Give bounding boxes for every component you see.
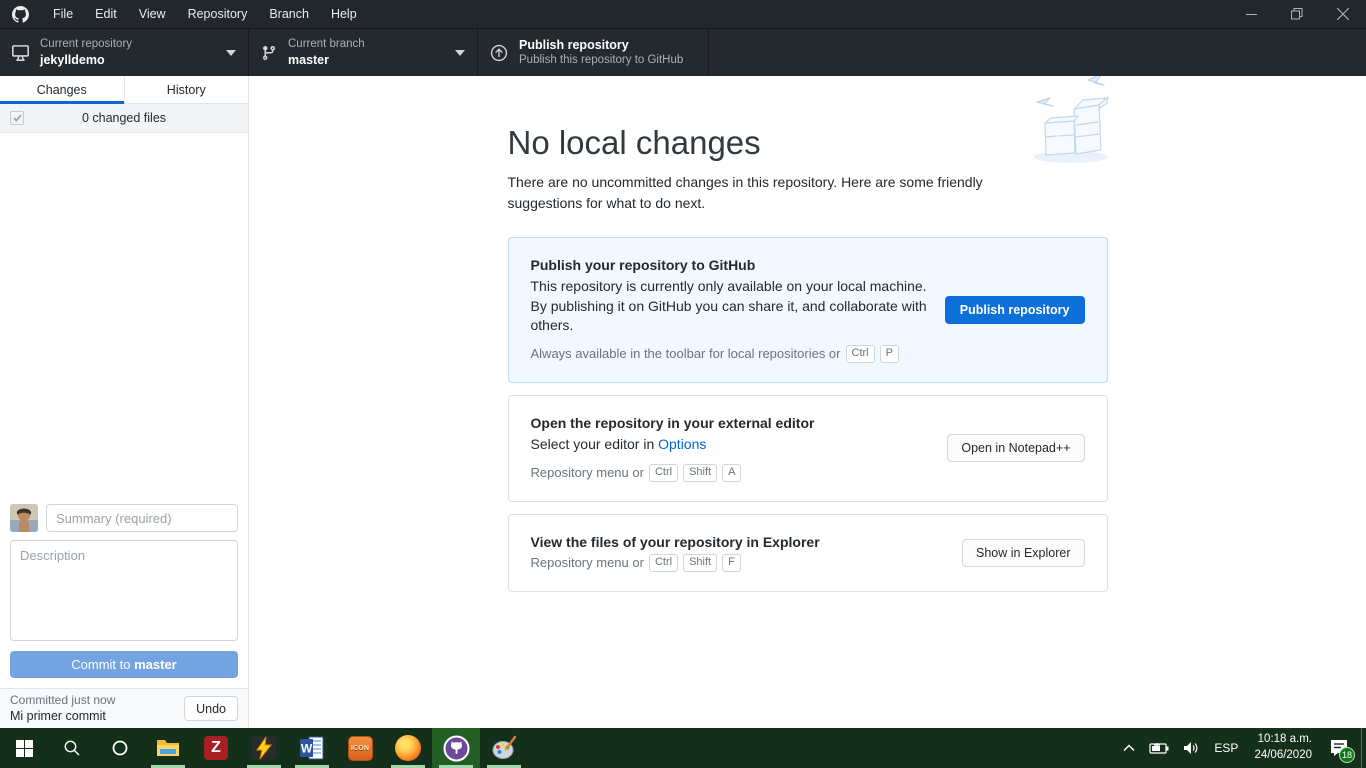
- language-indicator[interactable]: ESP: [1207, 728, 1245, 768]
- card-shortcut-hint: Always available in the toolbar for loca…: [531, 345, 927, 363]
- changed-files-row: 0 changed files: [0, 104, 248, 133]
- kbd-ctrl: Ctrl: [649, 554, 678, 572]
- github-logo-icon: [12, 6, 29, 23]
- card-title: View the files of your repository in Exp…: [531, 534, 945, 550]
- select-all-checkbox[interactable]: [10, 111, 24, 125]
- chevron-down-icon: [226, 50, 236, 56]
- publish-repository-button[interactable]: Publish repository: [945, 296, 1085, 324]
- publish-repository-card: Publish your repository to GitHub This r…: [508, 237, 1108, 383]
- cortana-icon[interactable]: [96, 728, 144, 768]
- card-body: This repository is currently only availa…: [531, 277, 927, 336]
- toolbar: Current repository jekylldemo Current br…: [0, 28, 1366, 76]
- kbd-ctrl: Ctrl: [846, 345, 875, 363]
- taskbar-file-explorer-icon[interactable]: [144, 728, 192, 768]
- menu-repository[interactable]: Repository: [177, 0, 259, 28]
- menu-view[interactable]: View: [128, 0, 177, 28]
- commit-status-text: Committed just now: [10, 692, 115, 708]
- taskbar-word-icon[interactable]: W: [288, 728, 336, 768]
- volume-icon[interactable]: [1176, 728, 1207, 768]
- main-panel: No local changes There are no uncommitte…: [249, 76, 1366, 728]
- paper-boxes-illustration: [1030, 76, 1112, 171]
- taskbar-paint-icon[interactable]: [480, 728, 528, 768]
- publish-repository-title: Publish repository: [519, 37, 683, 53]
- sidebar: Changes History 0 changed files Commit: [0, 76, 249, 728]
- kbd-p: P: [880, 345, 899, 363]
- titlebar: File Edit View Repository Branch Help: [0, 0, 1366, 28]
- page-subtitle: There are no uncommitted changes in this…: [508, 172, 1013, 214]
- tab-history[interactable]: History: [124, 76, 249, 103]
- sidebar-tabs: Changes History: [0, 76, 248, 104]
- kbd-a: A: [722, 464, 741, 482]
- tab-changes[interactable]: Changes: [0, 76, 124, 103]
- description-input[interactable]: [10, 540, 238, 641]
- battery-icon[interactable]: [1142, 728, 1176, 768]
- card-title: Publish your repository to GitHub: [531, 257, 927, 273]
- kbd-shift: Shift: [683, 554, 717, 572]
- search-icon[interactable]: [48, 728, 96, 768]
- menu-edit[interactable]: Edit: [84, 0, 128, 28]
- taskbar-time: 10:18 a.m.: [1254, 732, 1312, 748]
- minimize-button[interactable]: [1228, 0, 1274, 28]
- current-repository-label: Current repository: [40, 37, 132, 51]
- current-branch-name: master: [288, 52, 365, 68]
- last-commit-message: Mi primer commit: [10, 708, 115, 725]
- changed-files-count: 0 changed files: [82, 111, 166, 125]
- current-branch-dropdown[interactable]: Current branch master: [249, 29, 478, 76]
- commit-to-master-button[interactable]: Commit to master: [10, 651, 238, 678]
- git-branch-icon: [261, 45, 277, 61]
- taskbar-firefox-icon[interactable]: [384, 728, 432, 768]
- options-link[interactable]: Options: [658, 436, 706, 452]
- summary-input[interactable]: [46, 504, 238, 532]
- close-button[interactable]: [1320, 0, 1366, 28]
- taskbar-clock[interactable]: 10:18 a.m. 24/06/2020: [1245, 732, 1321, 763]
- start-button[interactable]: [0, 728, 48, 768]
- current-repository-name: jekylldemo: [40, 52, 132, 68]
- kbd-ctrl: Ctrl: [649, 464, 678, 482]
- commit-form: Commit to master: [0, 494, 248, 688]
- windows-taskbar: Z W ICON ESP: [0, 728, 1366, 768]
- monitor-icon: [12, 44, 29, 61]
- app-body: Changes History 0 changed files Commit: [0, 76, 1366, 728]
- kbd-f: F: [722, 554, 741, 572]
- restore-button[interactable]: [1274, 0, 1320, 28]
- card-body: Select your editor in Options: [531, 435, 930, 455]
- tray-chevron-up-icon[interactable]: [1116, 728, 1142, 768]
- publish-repository-subtitle: Publish this repository to GitHub: [519, 53, 683, 67]
- taskbar-date: 24/06/2020: [1254, 748, 1312, 764]
- user-avatar: [10, 504, 38, 532]
- changes-list-empty-area: [0, 133, 248, 494]
- taskbar-github-desktop-icon[interactable]: [432, 728, 480, 768]
- menu-file[interactable]: File: [42, 0, 84, 28]
- kbd-shift: Shift: [683, 464, 717, 482]
- current-repository-dropdown[interactable]: Current repository jekylldemo: [0, 29, 249, 76]
- show-in-explorer-card: View the files of your repository in Exp…: [508, 514, 1108, 592]
- notification-count-badge: 18: [1339, 747, 1355, 763]
- undo-button[interactable]: Undo: [184, 696, 238, 721]
- upload-icon: [490, 44, 508, 62]
- card-shortcut-hint: Repository menu or Ctrl Shift A: [531, 464, 930, 482]
- window-controls: [1228, 0, 1366, 28]
- menu-branch[interactable]: Branch: [258, 0, 320, 28]
- open-in-editor-card: Open the repository in your external edi…: [508, 395, 1108, 502]
- publish-repository-toolbar-button[interactable]: Publish repository Publish this reposito…: [478, 29, 709, 76]
- taskbar-icon-app-icon[interactable]: ICON: [336, 728, 384, 768]
- card-shortcut-hint: Repository menu or Ctrl Shift F: [531, 554, 945, 572]
- show-in-explorer-button[interactable]: Show in Explorer: [962, 539, 1085, 567]
- github-desktop-window: File Edit View Repository Branch Help Cu…: [0, 0, 1366, 768]
- taskbar-zotero-icon[interactable]: Z: [192, 728, 240, 768]
- show-desktop-button[interactable]: [1361, 728, 1366, 768]
- undo-commit-strip: Committed just now Mi primer commit Undo: [0, 688, 248, 728]
- card-title: Open the repository in your external edi…: [531, 415, 930, 431]
- action-center-icon[interactable]: 18: [1321, 728, 1361, 768]
- taskbar-winamp-icon[interactable]: [240, 728, 288, 768]
- page-title: No local changes: [508, 124, 1108, 162]
- open-in-notepad-button[interactable]: Open in Notepad++: [947, 434, 1084, 462]
- system-tray: ESP 10:18 a.m. 24/06/2020 18: [1116, 728, 1366, 768]
- menu-help[interactable]: Help: [320, 0, 368, 28]
- svg-text:W: W: [301, 742, 313, 756]
- current-branch-label: Current branch: [288, 37, 365, 51]
- chevron-down-icon: [455, 50, 465, 56]
